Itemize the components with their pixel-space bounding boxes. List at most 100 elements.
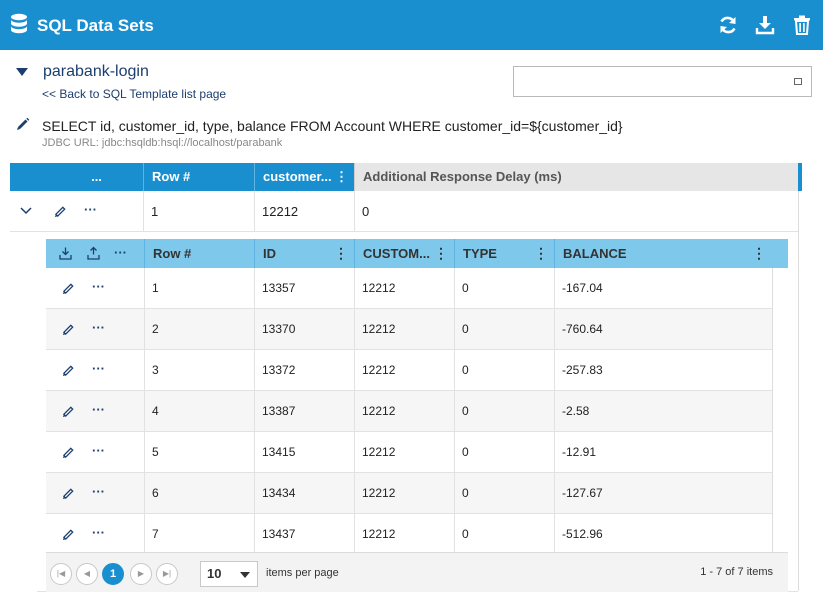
collapse-triangle-icon[interactable] (16, 68, 28, 76)
edit-row-icon[interactable] (62, 364, 75, 377)
inner-table-header: ··· Row # ID ⋮ CUSTOM... ⋮ TYPE ⋮ BALANC… (46, 239, 788, 268)
next-page-button[interactable]: ▶ (130, 563, 152, 585)
column-menu-icon[interactable]: ⋮ (335, 163, 348, 191)
inner-column-header-customer[interactable]: CUSTOM... ⋮ (354, 239, 454, 268)
table-row: ··· 6 13434 12212 0 -127.67 (46, 473, 772, 514)
actions-column-header[interactable]: ... (10, 163, 143, 191)
row-more-icon[interactable]: ··· (84, 191, 97, 229)
cell-type: 0 (462, 404, 469, 418)
inner-column-header-row-number[interactable]: Row # (144, 239, 254, 268)
divider (144, 268, 145, 552)
cell-customer: 12212 (262, 204, 299, 219)
edit-row-icon[interactable] (62, 487, 75, 500)
inner-column-header-id[interactable]: ID ⋮ (254, 239, 354, 268)
prev-page-button[interactable]: ◀ (76, 563, 98, 585)
row-more-icon[interactable]: ··· (92, 309, 105, 347)
download-icon[interactable] (754, 14, 776, 36)
inner-scrollbar[interactable] (772, 268, 788, 552)
back-link[interactable]: << Back to SQL Template list page (42, 87, 226, 101)
cell-row-number: 1 (151, 204, 159, 219)
divider (254, 191, 255, 232)
column-menu-icon[interactable]: ⋮ (434, 239, 448, 268)
cell-customer: 12212 (362, 281, 396, 295)
items-per-page-select[interactable]: 10 (200, 561, 258, 587)
edit-row-icon[interactable] (62, 323, 75, 336)
row-more-icon[interactable]: ··· (92, 350, 105, 388)
cell-type: 0 (462, 445, 469, 459)
pager: |◀ ◀ 1 ▶ ▶| 10 items per page 1 - 7 of 7… (46, 552, 788, 592)
dataset-name: parabank-login (43, 63, 149, 80)
edit-row-icon[interactable] (62, 282, 75, 295)
cell-type: 0 (462, 281, 469, 295)
chevron-down-icon[interactable] (20, 207, 32, 215)
divider (454, 268, 455, 552)
cell-id: 13437 (262, 527, 296, 541)
column-header-row-number[interactable]: Row # (143, 163, 254, 191)
cell-row-number: 2 (152, 322, 159, 336)
edit-row-icon[interactable] (62, 446, 75, 459)
divider (254, 268, 255, 552)
cell-id: 13387 (262, 404, 296, 418)
cell-row-number: 3 (152, 363, 159, 377)
column-header-delay[interactable]: Additional Response Delay (ms) (354, 163, 798, 191)
trash-icon[interactable] (791, 14, 813, 36)
inner-actions-more-icon[interactable]: ··· (114, 239, 127, 266)
column-menu-icon[interactable]: ⋮ (752, 239, 766, 268)
table-row: ··· 3 13372 12212 0 -257.83 (46, 350, 772, 391)
cell-balance: -760.64 (562, 322, 603, 336)
outer-table-header: ... Row # customer... ⋮ Additional Respo… (10, 163, 798, 191)
cell-customer: 12212 (362, 527, 396, 541)
items-count: 1 - 7 of 7 items (700, 566, 773, 578)
divider (554, 268, 555, 552)
row-more-icon[interactable]: ··· (92, 432, 105, 470)
row-more-icon[interactable]: ··· (92, 391, 105, 429)
row-more-icon[interactable]: ··· (92, 473, 105, 511)
cell-balance: -2.58 (562, 404, 590, 418)
last-page-button[interactable]: ▶| (156, 563, 178, 585)
cell-row-number: 4 (152, 404, 159, 418)
edit-row-icon[interactable] (54, 205, 67, 218)
header-scroll-edge (798, 163, 802, 191)
inner-column-header-balance[interactable]: BALANCE ⋮ (554, 239, 772, 268)
first-page-button[interactable]: |◀ (50, 563, 72, 585)
cell-id: 13434 (262, 486, 296, 500)
import-icon[interactable] (58, 246, 73, 261)
database-icon (11, 13, 27, 34)
search-input[interactable] (513, 66, 812, 97)
export-icon[interactable] (86, 246, 101, 261)
cell-row-number: 6 (152, 486, 159, 500)
edit-row-icon[interactable] (62, 528, 75, 541)
cell-id: 13415 (262, 445, 296, 459)
cell-balance: -512.96 (562, 527, 603, 541)
column-header-customer[interactable]: customer... ⋮ (254, 163, 354, 191)
column-menu-icon[interactable]: ⋮ (334, 239, 348, 268)
refresh-icon[interactable] (717, 14, 739, 36)
items-per-page-label: items per page (266, 567, 339, 579)
table-row: ··· 7 13437 12212 0 -512.96 (46, 514, 772, 555)
cell-customer: 12212 (362, 322, 396, 336)
cell-row-number: 1 (152, 281, 159, 295)
page-title: SQL Data Sets (37, 16, 154, 35)
cell-type: 0 (462, 322, 469, 336)
cell-id: 13372 (262, 363, 296, 377)
current-page-button[interactable]: 1 (102, 563, 124, 585)
scrollbar-track[interactable] (798, 191, 799, 591)
edit-row-icon[interactable] (62, 405, 75, 418)
table-row: ··· 5 13415 12212 0 -12.91 (46, 432, 772, 473)
inner-column-header-type[interactable]: TYPE ⋮ (454, 239, 554, 268)
cell-row-number: 5 (152, 445, 159, 459)
cell-balance: -12.91 (562, 445, 597, 459)
table-row: ··· 4 13387 12212 0 -2.58 (46, 391, 772, 432)
cell-type: 0 (462, 363, 469, 377)
edit-sql-icon[interactable] (16, 117, 30, 131)
table-row: ··· 2 13370 12212 0 -760.64 (46, 309, 772, 350)
app-header: SQL Data Sets (0, 0, 823, 50)
row-more-icon[interactable]: ··· (92, 268, 105, 306)
sql-query: SELECT id, customer_id, type, balance FR… (42, 118, 623, 134)
column-menu-icon[interactable]: ⋮ (534, 239, 548, 268)
cell-delay: 0 (362, 204, 370, 219)
maximize-icon[interactable] (794, 78, 802, 85)
row-more-icon[interactable]: ··· (92, 514, 105, 552)
cell-customer: 12212 (362, 445, 396, 459)
divider (354, 191, 355, 232)
